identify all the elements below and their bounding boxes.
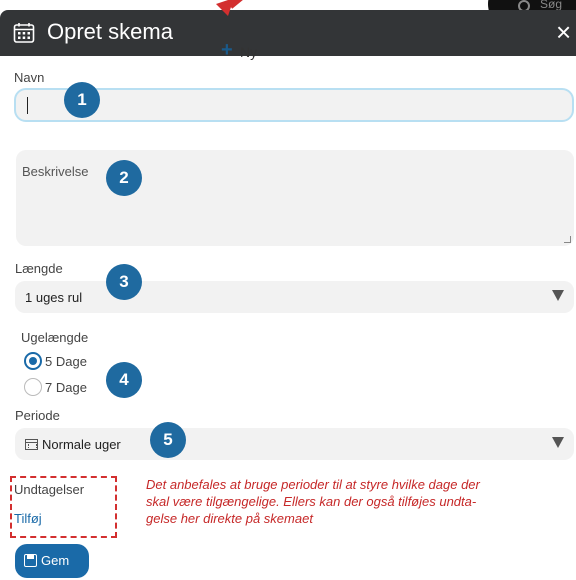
annotation-arrow-icon (216, 0, 243, 16)
length-select-value: 1 uges rul (25, 290, 83, 305)
calendar-icon (13, 23, 35, 43)
annotation-note: Det anbefales at bruge perioder til at s… (146, 476, 566, 527)
add-exception-link[interactable]: Tilføj (14, 511, 42, 526)
week-length-label: Ugelængde (21, 330, 89, 345)
new-button-label[interactable]: Ny (240, 44, 257, 60)
radio-7-days-label: 7 Dage (45, 380, 87, 395)
save-button-label: Gem (41, 553, 70, 568)
dialog-title: Opret skema (47, 19, 173, 44)
dropdown-arrow-icon (552, 290, 564, 301)
annotation-badge-3: 3 (106, 264, 142, 300)
calendar-grid-icon (25, 439, 38, 450)
period-select-value: Normale uger (42, 437, 121, 452)
radio-7-days[interactable] (24, 378, 42, 396)
dialog-header: Opret skema × (0, 10, 576, 56)
dialog-body: Navn Beskrivelse Længde 1 uges rul Ugelæ… (0, 56, 576, 580)
length-select[interactable]: 1 uges rul (15, 281, 574, 313)
save-icon (24, 554, 37, 567)
annotation-note-line: skal være tilgængelige. Ellers kan der o… (146, 494, 477, 509)
radio-5-days[interactable] (24, 352, 42, 370)
annotation-note-line: Det anbefales at bruge perioder til at s… (146, 477, 480, 492)
exceptions-label: Undtagelser (14, 482, 85, 497)
annotation-note-line: gelse her direkte på skemaet (146, 511, 313, 526)
resize-handle[interactable] (564, 236, 571, 243)
annotation-badge-2: 2 (106, 160, 142, 196)
save-button[interactable]: Gem (15, 544, 89, 578)
dropdown-arrow-icon (552, 437, 564, 448)
close-button[interactable]: × (556, 18, 576, 46)
description-placeholder: Beskrivelse (22, 164, 89, 179)
annotation-badge-1: 1 (64, 82, 100, 118)
annotation-badge-4: 4 (106, 362, 142, 398)
description-textarea[interactable]: Beskrivelse (16, 150, 574, 246)
radio-5-days-label: 5 Dage (45, 354, 87, 369)
text-caret (27, 97, 28, 114)
create-schedule-dialog: Opret skema × Navn Beskrivelse Længde 1 … (0, 10, 576, 580)
length-label: Længde (15, 261, 63, 276)
name-label: Navn (14, 70, 45, 85)
period-label: Periode (15, 408, 60, 423)
plus-icon: + (221, 39, 233, 61)
annotation-badge-5: 5 (150, 422, 186, 458)
period-select[interactable]: Normale uger (15, 428, 574, 460)
